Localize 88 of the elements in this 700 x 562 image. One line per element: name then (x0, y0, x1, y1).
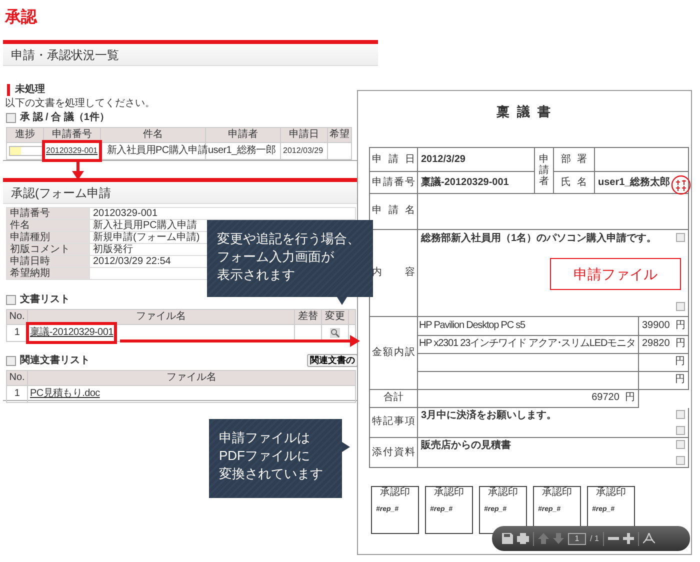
save-icon[interactable] (502, 533, 513, 544)
field-value: 2012/03/29 22:54 (93, 256, 171, 267)
note-tooltip: 申請ファイルは PDFファイルに 変換されています (209, 419, 342, 498)
search-icon[interactable] (330, 328, 340, 338)
form-value: 販売店からの見積書 (421, 440, 511, 452)
form-label: 金 額 内 訳 (370, 317, 418, 389)
page-field[interactable]: 1 (568, 532, 586, 544)
tooltip-pointer (342, 442, 350, 452)
highlight-frame (42, 140, 102, 162)
scroll-down-button[interactable] (676, 302, 685, 310)
stamp-label: 承認印 (380, 487, 410, 499)
form-label: 添 付 資 料 (370, 438, 418, 468)
column-header: 件名 (143, 129, 163, 140)
field-label: 申請種別 (10, 232, 50, 243)
total-amount: 69720 円 (418, 389, 638, 407)
form-value: user1_総務太郎 (594, 172, 688, 194)
column-header: 申請者 (228, 129, 258, 140)
stamp-label: 承認印 (596, 487, 626, 499)
page-title: 承認 (5, 8, 37, 28)
note-tooltip: 変更や追記を行う場合、 フォーム入力画面が 表示されます (207, 220, 373, 297)
column-header: 申請番号 (52, 129, 92, 140)
file-link[interactable]: PC見積もり.doc (30, 388, 100, 399)
item-amount: 29820 円 (638, 335, 688, 353)
file-label: 申請ファイル (550, 258, 681, 290)
tooltip-pointer (337, 297, 347, 305)
form-value: 総務部新入社員用（1名）のパソコン購入申請です。 (421, 232, 657, 244)
panel-header: 申請・承認状況一覧 (11, 48, 119, 60)
seal-icon (671, 175, 691, 195)
column-header: No. (9, 311, 25, 322)
item-name: HP Pavilion Desktop PC s5 (418, 317, 638, 335)
item-amount: 39900 円 (638, 317, 688, 335)
panel-header: 承認(フォーム申請 (11, 186, 111, 198)
item-name: HP x2301 23インチワイド アクア･スリムLEDモニタ (418, 335, 638, 353)
subsection-heading: 承 認 / 合 議（1件） (20, 112, 110, 124)
section-heading: 関連文書リスト (20, 354, 90, 366)
form-label: 氏 名 (554, 172, 594, 194)
table-cell: 1 (14, 327, 20, 338)
scroll-up-button[interactable] (676, 440, 685, 449)
form-label: 申 請 番 号 (370, 172, 418, 194)
item-amount: 円 (638, 353, 688, 371)
field-value: 20120329-001 (93, 208, 158, 219)
field-label: 希望納期 (10, 268, 50, 279)
related-documents-button[interactable]: 関連文書の (307, 354, 358, 367)
column-header: ファイル名 (166, 372, 216, 383)
field-label: 申請日時 (10, 256, 50, 267)
up-arrow-icon[interactable] (538, 533, 549, 544)
table-cell: user1_総務一郎 (208, 145, 276, 156)
table-cell: 1 (14, 388, 20, 399)
scroll-down-button[interactable] (676, 456, 685, 465)
form-label: 申請者 (539, 154, 549, 187)
expand-icon[interactable] (6, 113, 16, 123)
field-value: 新規申請(フォーム申請) (93, 232, 200, 243)
column-header: 変更 (325, 311, 345, 322)
field-value: 初版発行 (93, 244, 133, 255)
column-header: 差替 (298, 311, 318, 322)
stamp-label: 承認印 (542, 487, 572, 499)
stamp-label: 承認印 (488, 487, 518, 499)
form-label: 特 記 事 項 (370, 408, 418, 438)
expand-icon[interactable] (6, 295, 16, 305)
instruction-text: 以下の文書を処理してください。 (5, 98, 156, 110)
table-cell: 新入社員用PC購入申請 (107, 145, 208, 156)
item-amount: 円 (638, 371, 688, 389)
form-value: 2012/3/29 (418, 148, 534, 172)
column-header: 進捗 (15, 129, 35, 140)
down-arrow-icon[interactable] (553, 533, 564, 544)
scroll-up-button[interactable] (676, 410, 685, 418)
column-header: 申請日 (289, 129, 319, 140)
page-count: / 1 (590, 532, 599, 544)
total-label: 合計 (370, 389, 418, 407)
column-header: 希望 (330, 129, 350, 140)
acrobat-icon[interactable] (642, 533, 655, 544)
document-title: 稟 議 書 (495, 104, 554, 120)
section-heading: 文書リスト (20, 294, 70, 306)
stamp-label: 承認印 (434, 487, 464, 499)
column-header: ファイル名 (136, 311, 186, 322)
scroll-up-button[interactable] (676, 232, 685, 242)
column-header: No. (9, 372, 25, 383)
form-value: 3月中に決済をお願いします。 (421, 410, 557, 422)
expand-icon[interactable] (6, 356, 16, 366)
field-label: 件名 (10, 220, 30, 231)
scroll-down-button[interactable] (676, 426, 685, 434)
field-label: 初版コメント (10, 244, 70, 255)
field-value: 新入社員用PC購入申請 (93, 220, 197, 231)
field-label: 申請番号 (10, 208, 50, 219)
form-label: 申 請 日 (370, 148, 418, 172)
form-label: 部 署 (554, 148, 594, 172)
table-cell: 2012/03/29 (283, 146, 324, 155)
zoom-in-icon[interactable] (622, 533, 634, 544)
